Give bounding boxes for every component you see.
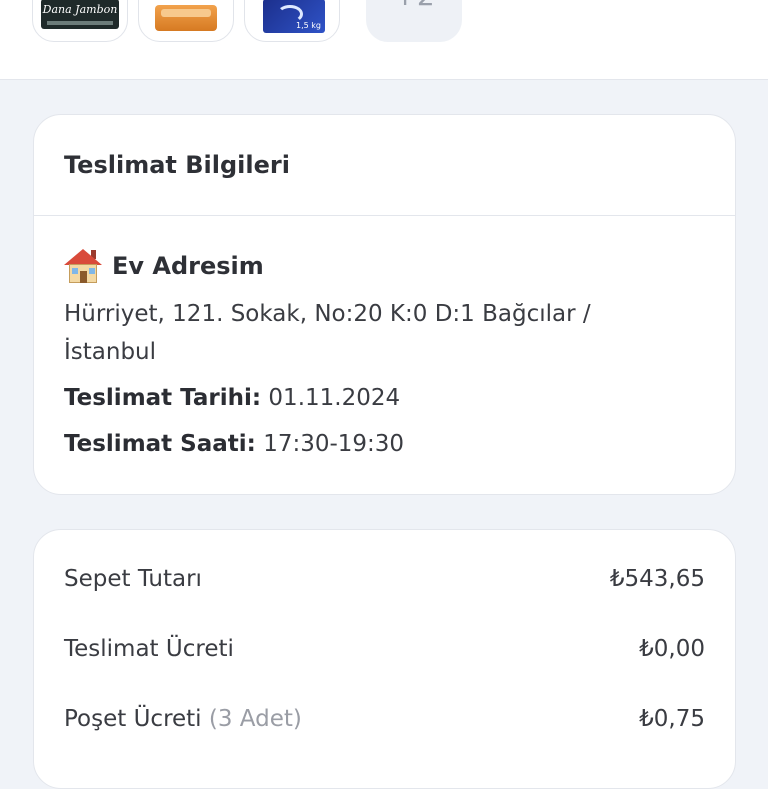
delivery-info-title: Teslimat Bilgileri: [34, 115, 735, 216]
delivery-time-value: 17:30-19:30: [263, 431, 405, 457]
bag-fee-quantity: (3 Adet): [208, 706, 302, 732]
delivery-date-value: 01.11.2024: [268, 385, 401, 411]
delivery-time-label: Teslimat Saati:: [64, 431, 256, 457]
delivery-time: Teslimat Saati: 17:30-19:30: [64, 431, 404, 457]
delivery-date: Teslimat Tarihi: 01.11.2024: [64, 385, 400, 411]
more-products-button[interactable]: +2: [366, 0, 462, 42]
basket-total-row: Sepet Tutarı ₺543,65: [64, 566, 705, 592]
bag-fee-value: ₺0,75: [639, 706, 705, 732]
product-thumbnail[interactable]: [138, 0, 234, 42]
product-image: 1,5 kg: [263, 0, 325, 33]
address-name: Ev Adresim: [112, 252, 264, 280]
product-image-label: 1,5 kg: [296, 21, 321, 30]
delivery-fee-row: Teslimat Ücreti ₺0,00: [64, 636, 705, 662]
product-image: [155, 5, 217, 31]
basket-total-value: ₺543,65: [609, 566, 705, 592]
product-thumbnails-bar: Dana Jambon 1,5 kg +2: [0, 0, 768, 80]
bag-fee-row: Poşet Ücreti (3 Adet) ₺0,75: [64, 706, 705, 732]
delivery-date-label: Teslimat Tarihi:: [64, 385, 262, 411]
address-line: Hürriyet, 121. Sokak, No:20 K:0 D:1 Bağc…: [64, 301, 591, 365]
product-image-label: Dana Jambon: [42, 3, 118, 16]
order-summary-card: Sepet Tutarı ₺543,65 Teslimat Ücreti ₺0,…: [33, 529, 736, 789]
bag-fee-label-group: Poşet Ücreti (3 Adet): [64, 706, 302, 732]
product-thumbnail[interactable]: 1,5 kg: [244, 0, 340, 42]
delivery-fee-value: ₺0,00: [639, 636, 705, 662]
address-header: Ev Adresim: [64, 247, 264, 285]
delivery-info-card: Teslimat Bilgileri Ev Adresim Hürriyet, …: [33, 114, 736, 495]
house-icon: [64, 247, 102, 285]
basket-total-label: Sepet Tutarı: [64, 566, 202, 592]
product-image: Dana Jambon: [41, 0, 119, 29]
product-thumbnail[interactable]: Dana Jambon: [32, 0, 128, 42]
delivery-fee-label: Teslimat Ücreti: [64, 636, 234, 662]
bag-fee-label: Poşet Ücreti: [64, 706, 202, 732]
